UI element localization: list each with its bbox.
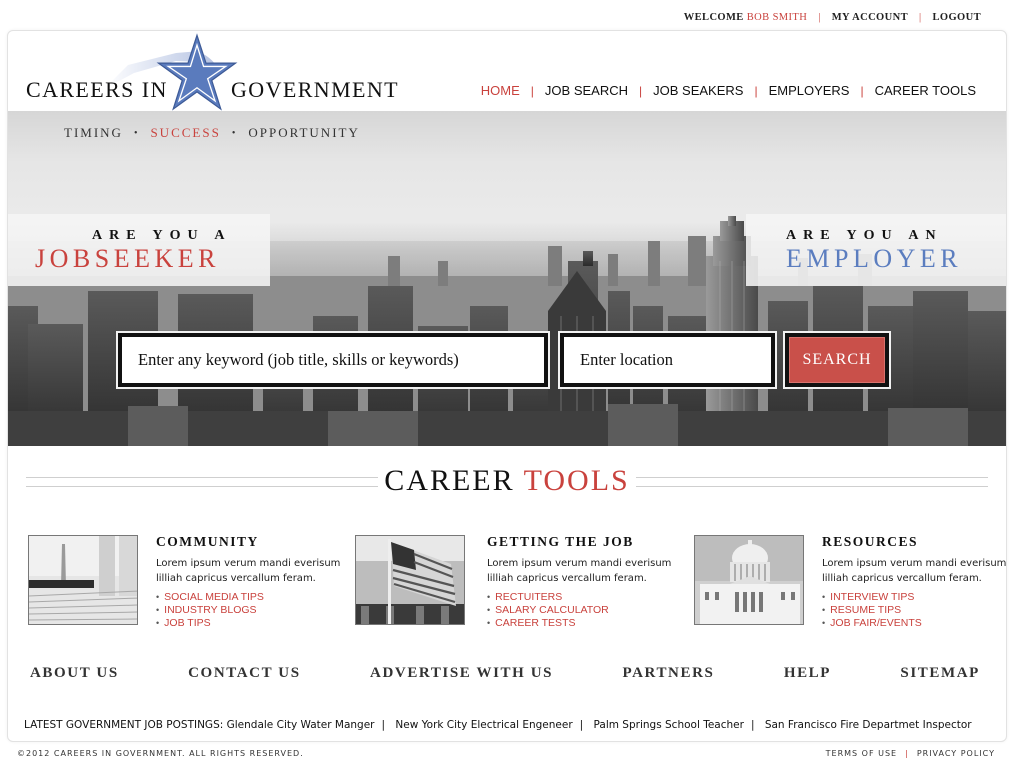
keyword-input[interactable]	[122, 337, 544, 383]
location-input[interactable]	[564, 337, 771, 383]
tool-description: Lorem ipsum verum mandi everisum lilliah…	[156, 558, 341, 584]
hero-banner: TIMING • SUCCESS • OPPORTUNITY ARE YOU A…	[8, 111, 1006, 446]
tool-description: Lorem ipsum verum mandi everisum lilliah…	[487, 558, 672, 584]
divider: |	[750, 719, 755, 731]
nav-home[interactable]: HOME	[481, 83, 520, 98]
getting-job-photo	[355, 535, 465, 625]
resources-photo	[694, 535, 804, 625]
latest-postings-ticker: LATEST GOVERNMENT JOB POSTINGS: Glendale…	[24, 719, 972, 731]
footer-about-us[interactable]: ABOUT US	[30, 665, 119, 682]
employer-question: ARE YOU AN	[786, 228, 943, 243]
section-title: CAREER TOOLS	[26, 464, 988, 498]
divider: |	[754, 83, 758, 98]
list-item: • INDUSTRY BLOGS	[156, 604, 257, 616]
keyword-field-wrapper	[116, 331, 550, 389]
footer-advertise[interactable]: ADVERTISE WITH US	[370, 665, 553, 682]
logo-text-left: CAREERS IN	[26, 77, 168, 102]
career-tests-link[interactable]: CAREER TESTS	[495, 617, 575, 629]
nav-job-seekers[interactable]: JOB SEAKERS	[653, 83, 743, 98]
footer-contact-us[interactable]: CONTACT US	[188, 665, 301, 682]
privacy-policy-link[interactable]: PRIVACY POLICY	[917, 749, 995, 758]
tool-title: COMMUNITY	[156, 534, 259, 549]
divider: |	[530, 83, 534, 98]
terms-of-use-link[interactable]: TERMS OF USE	[826, 749, 897, 758]
job-tips-link[interactable]: JOB TIPS	[164, 617, 211, 629]
jobseeker-question: ARE YOU A	[92, 228, 232, 243]
job-fair-events-link[interactable]: JOB FAIR/EVENTS	[830, 617, 922, 629]
nav-job-search[interactable]: JOB SEARCH	[545, 83, 628, 98]
capitol-building-icon	[695, 536, 803, 624]
list-item: • INTERVIEW TIPS	[822, 591, 915, 603]
star-icon	[156, 33, 238, 111]
utility-bar: WELCOME BOB SMITH | MY ACCOUNT | LOGOUT	[684, 12, 981, 23]
tool-links: • RECTUITERS • SALARY CALCULATOR • CAREER T…	[487, 591, 687, 630]
hero-tagline: TIMING • SUCCESS • OPPORTUNITY	[64, 125, 360, 141]
logout-link[interactable]: LOGOUT	[933, 12, 982, 23]
resume-tips-link[interactable]: RESUME TIPS	[830, 604, 901, 616]
american-flag-icon	[356, 536, 464, 624]
footer-sitemap[interactable]: SITEMAP	[900, 665, 980, 682]
social-media-tips-link[interactable]: SOCIAL MEDIA TIPS	[164, 591, 264, 603]
latest-postings-label: LATEST GOVERNMENT JOB POSTINGS:	[24, 719, 224, 731]
footer-nav: ABOUT US CONTACT US ADVERTISE WITH US PA…	[30, 665, 980, 682]
nav-career-tools[interactable]: CAREER TOOLS	[875, 83, 976, 98]
tagline-dot: •	[133, 127, 140, 139]
tool-title: GETTING THE JOB	[487, 534, 634, 549]
footer-help[interactable]: HELP	[784, 665, 831, 682]
recruiters-link[interactable]: RECTUITERS	[495, 591, 562, 603]
legal-links: TERMS OF USE | PRIVACY POLICY	[826, 749, 995, 758]
list-item: • JOB TIPS	[156, 617, 211, 629]
tagline-timing: TIMING	[64, 125, 123, 140]
search-button[interactable]: SEARCH	[783, 331, 891, 389]
list-item: • SALARY CALCULATOR	[487, 604, 609, 616]
welcome-label: WELCOME	[683, 12, 744, 23]
divider: |	[579, 719, 584, 731]
tool-description: Lorem ipsum verum mandi everisum lilliah…	[822, 558, 1007, 584]
tagline-success: SUCCESS	[150, 125, 221, 140]
interview-tips-link[interactable]: INTERVIEW TIPS	[830, 591, 914, 603]
posting-link[interactable]: Palm Springs School Teacher	[594, 719, 744, 731]
list-item: • JOB FAIR/EVENTS	[822, 617, 922, 629]
divider: |	[860, 83, 864, 98]
list-item: • CAREER TESTS	[487, 617, 576, 629]
posting-link[interactable]: Glendale City Water Manger	[227, 719, 375, 731]
title-dark: CAREER	[384, 464, 515, 497]
divider: |	[381, 719, 386, 731]
user-name: BOB SMITH	[746, 12, 808, 23]
jobseeker-link[interactable]: JOBSEEKER	[35, 244, 220, 274]
list-item: • RECTUITERS	[487, 591, 563, 603]
main-nav: HOME | JOB SEARCH | JOB SEAKERS | EMPLOY…	[481, 83, 976, 98]
divider: |	[905, 749, 909, 758]
list-item: • SOCIAL MEDIA TIPS	[156, 591, 264, 603]
site-logo[interactable]: CAREERS IN GOVERNMENT	[26, 33, 406, 113]
tagline-dot: •	[231, 127, 238, 139]
page-frame: CAREERS IN GOVERNMENT HOME | JOB SEARCH …	[7, 30, 1007, 742]
tagline-opportunity: OPPORTUNITY	[248, 125, 360, 140]
divider: |	[918, 12, 922, 23]
employer-link[interactable]: EMPLOYER	[786, 244, 962, 274]
tool-links: • INTERVIEW TIPS • RESUME TIPS • JOB FAIR/E…	[822, 591, 1016, 630]
title-red: TOOLS	[523, 464, 630, 497]
tool-links: • SOCIAL MEDIA TIPS • INDUSTRY BLOGS • JOB …	[156, 591, 356, 630]
logo-text-right: GOVERNMENT	[231, 77, 399, 102]
location-field-wrapper	[558, 331, 777, 389]
divider: |	[639, 83, 643, 98]
community-photo	[28, 535, 138, 625]
washington-monument-icon	[29, 536, 137, 624]
nav-employers[interactable]: EMPLOYERS	[769, 83, 850, 98]
job-search-form: SEARCH	[116, 331, 891, 389]
posting-link[interactable]: San Francisco Fire Departmet Inspector	[765, 719, 972, 731]
my-account-link[interactable]: MY ACCOUNT	[832, 12, 908, 23]
tool-title: RESOURCES	[822, 534, 919, 549]
salary-calculator-link[interactable]: SALARY CALCULATOR	[495, 604, 609, 616]
footer-partners[interactable]: PARTNERS	[622, 665, 714, 682]
list-item: • RESUME TIPS	[822, 604, 902, 616]
jobseeker-panel[interactable]: ARE YOU A JOBSEEKER	[8, 214, 270, 286]
divider: |	[818, 12, 821, 23]
industry-blogs-link[interactable]: INDUSTRY BLOGS	[164, 604, 256, 616]
copyright-text: ©2012 CAREERS IN GOVERNMENT. ALL RIGHTS …	[17, 749, 304, 758]
employer-panel[interactable]: ARE YOU AN EMPLOYER	[746, 214, 1006, 286]
posting-link[interactable]: New York City Electrical Engeneer	[395, 719, 572, 731]
career-tools-heading: CAREER TOOLS	[26, 464, 988, 498]
